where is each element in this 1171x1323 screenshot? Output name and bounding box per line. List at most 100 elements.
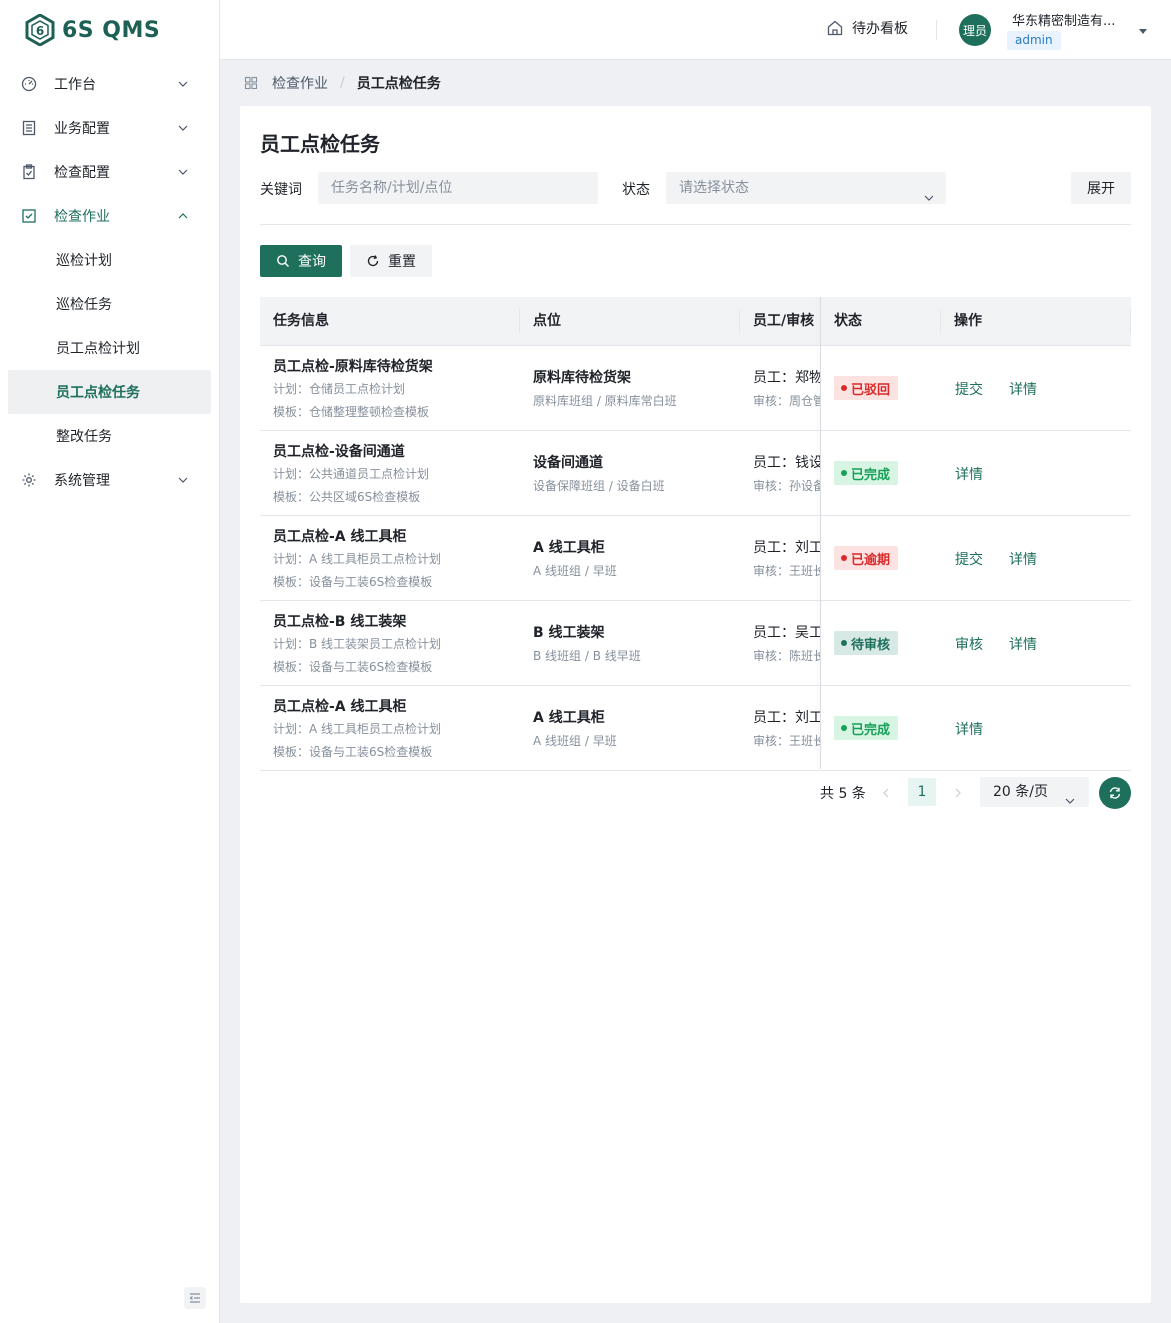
chevron-up-icon (177, 210, 189, 222)
auditor-name: 审核：孙设备 (753, 479, 820, 493)
chevron-down-icon (1065, 787, 1075, 804)
caret-down-icon[interactable] (1138, 24, 1148, 34)
sidebar-item-system[interactable]: 系统管理 (0, 458, 211, 502)
status-dot (841, 555, 847, 561)
task-template: 模板：公共区域6S检查模板 (273, 490, 421, 504)
column-header-actions: 操作 (954, 313, 982, 329)
user-name[interactable]: 华东精密制造有... (1012, 10, 1128, 29)
sidebar-subitem-employee-check-task[interactable]: 员工点检任务 (8, 370, 211, 414)
chevron-right-icon[interactable] (950, 785, 966, 801)
breadcrumb-separator: / (340, 75, 345, 91)
todo-board-link[interactable]: 待办看板 (826, 18, 908, 38)
pagination-page-1[interactable]: 1 (908, 778, 936, 806)
table-header: 任务信息 点位 员工/审核 状态 操作 (260, 297, 1131, 346)
sidebar-subitem-patrol-task[interactable]: 巡检任务 (0, 282, 211, 326)
task-title: 员工点检-B 线工装架 (273, 614, 407, 630)
task-plan: 计划：A 线工具柜员工点检计划 (273, 552, 442, 566)
refresh-icon (1109, 787, 1121, 799)
status-badge: 已完成 (834, 461, 899, 485)
detail-link[interactable]: 详情 (955, 464, 983, 484)
sidebar-subitem-employee-check-plan[interactable]: 员工点检计划 (0, 326, 211, 370)
sidebar-subitem-rectification-task[interactable]: 整改任务 (0, 414, 211, 458)
status-dot (841, 385, 847, 391)
sidebar-item-workbench[interactable]: 工作台 (0, 62, 211, 106)
auditor-name: 审核：王班长 (753, 564, 820, 578)
app-logo[interactable]: 6 6S QMS (0, 0, 219, 60)
business-config-icon (20, 119, 38, 137)
refresh-button[interactable] (1099, 777, 1131, 809)
home-icon (826, 19, 844, 37)
detail-link[interactable]: 详情 (1009, 549, 1037, 569)
point-team: B 线班组 / B 线早班 (533, 649, 641, 663)
sidebar: 6 6S QMS 工作台 业务配置 检查配置 检查作业 巡检计划 巡检任务 员工… (0, 0, 220, 1323)
sidebar-collapse-button[interactable] (184, 1287, 206, 1309)
column-header-employee: 员工/审核 (753, 313, 815, 329)
submit-link[interactable]: 提交 (955, 379, 983, 399)
task-template: 模板：仓储整理整顿检查模板 (273, 405, 430, 419)
collapse-menu-icon (189, 1293, 200, 1303)
task-title: 员工点检-设备间通道 (273, 444, 405, 460)
employee-name: 员工：吴工 (753, 625, 820, 641)
task-plan: 计划：公共通道员工点检计划 (273, 467, 430, 481)
point-name: 设备间通道 (533, 455, 603, 471)
reset-button[interactable]: 重置 (350, 245, 432, 277)
pagination-total: 共 5 条 (820, 786, 866, 802)
column-header-task: 任务信息 (273, 313, 329, 329)
employee-cell: 员工：郑物 审核：周仓管 (740, 346, 820, 430)
logo-hexagon-icon: 6 (24, 13, 56, 47)
sidebar-subitem-patrol-plan[interactable]: 巡检计划 (0, 238, 211, 282)
status-badge: 已驳回 (834, 376, 899, 400)
status-badge: 待审核 (834, 631, 899, 655)
chevron-down-icon (177, 122, 189, 134)
status-label: 状态 (622, 182, 650, 198)
point-team: 原料库班组 / 原料库常白班 (533, 394, 677, 408)
page-size-select[interactable]: 20 条/页 (980, 777, 1089, 807)
auditor-name: 审核：王班长 (753, 734, 820, 748)
status-select[interactable]: 请选择状态 (666, 172, 946, 204)
expand-button[interactable]: 展开 (1071, 172, 1131, 204)
query-button[interactable]: 查询 (260, 245, 342, 277)
top-header: 待办看板 理员 华东精密制造有... admin (220, 0, 1171, 60)
submit-link[interactable]: 提交 (955, 549, 983, 569)
employee-cell: 员工：刘工 审核：王班长 (740, 686, 820, 770)
chevron-down-icon (177, 166, 189, 178)
auditor-name: 审核：周仓管 (753, 394, 820, 408)
header-divider (936, 20, 937, 40)
status-text: 已驳回 (851, 382, 891, 398)
table-row: 员工点检-A 线工具柜 计划：A 线工具柜员工点检计划 模板：设备与工装6S检查… (260, 686, 1131, 771)
refresh-icon (366, 254, 380, 268)
sidebar-item-business-config[interactable]: 业务配置 (0, 106, 211, 150)
keyword-input[interactable]: 任务名称/计划/点位 (318, 172, 598, 204)
sidebar-item-label: 检查作业 (54, 209, 110, 225)
pagination: 共 5 条 1 20 条/页 (240, 777, 1151, 809)
detail-link[interactable]: 详情 (1009, 634, 1037, 654)
task-template: 模板：设备与工装6S检查模板 (273, 745, 433, 759)
avatar[interactable]: 理员 (959, 14, 991, 46)
chevron-left-icon[interactable] (878, 785, 894, 801)
filter-divider (260, 224, 1131, 225)
detail-link[interactable]: 详情 (1009, 379, 1037, 399)
detail-link[interactable]: 详情 (955, 719, 983, 739)
sidebar-item-check-config[interactable]: 检查配置 (0, 150, 211, 194)
task-plan: 计划：仓储员工点检计划 (273, 382, 406, 396)
task-title: 员工点检-原料库待检货架 (273, 359, 433, 375)
main-card: 员工点检任务 关键词 任务名称/计划/点位 状态 请选择状态 展开 查询 重置 … (240, 106, 1151, 1303)
todo-board-label: 待办看板 (852, 21, 908, 37)
sidebar-item-label: 系统管理 (54, 473, 110, 489)
employee-name: 员工：钱设 (753, 455, 820, 471)
sidebar-item-check-job[interactable]: 检查作业 (0, 194, 211, 238)
employee-cell: 员工：吴工 审核：陈班长 (740, 601, 820, 685)
svg-text:6: 6 (36, 24, 44, 38)
breadcrumb-parent[interactable]: 检查作业 (272, 73, 328, 93)
page-title: 员工点检任务 (260, 132, 380, 156)
task-table: 任务信息 点位 员工/审核 状态 操作 员工点检-原料库待检货架 计划：仓储员工… (260, 297, 1131, 771)
status-dot (841, 640, 847, 646)
grid-icon (244, 76, 258, 90)
employee-name: 员工：刘工 (753, 710, 820, 726)
status-dot (841, 470, 847, 476)
page-size-value: 20 条/页 (993, 784, 1048, 800)
review-link[interactable]: 审核 (955, 634, 983, 654)
gear-icon (20, 471, 38, 489)
task-title: 员工点检-A 线工具柜 (273, 699, 407, 715)
point-team: A 线班组 / 早班 (533, 564, 617, 578)
